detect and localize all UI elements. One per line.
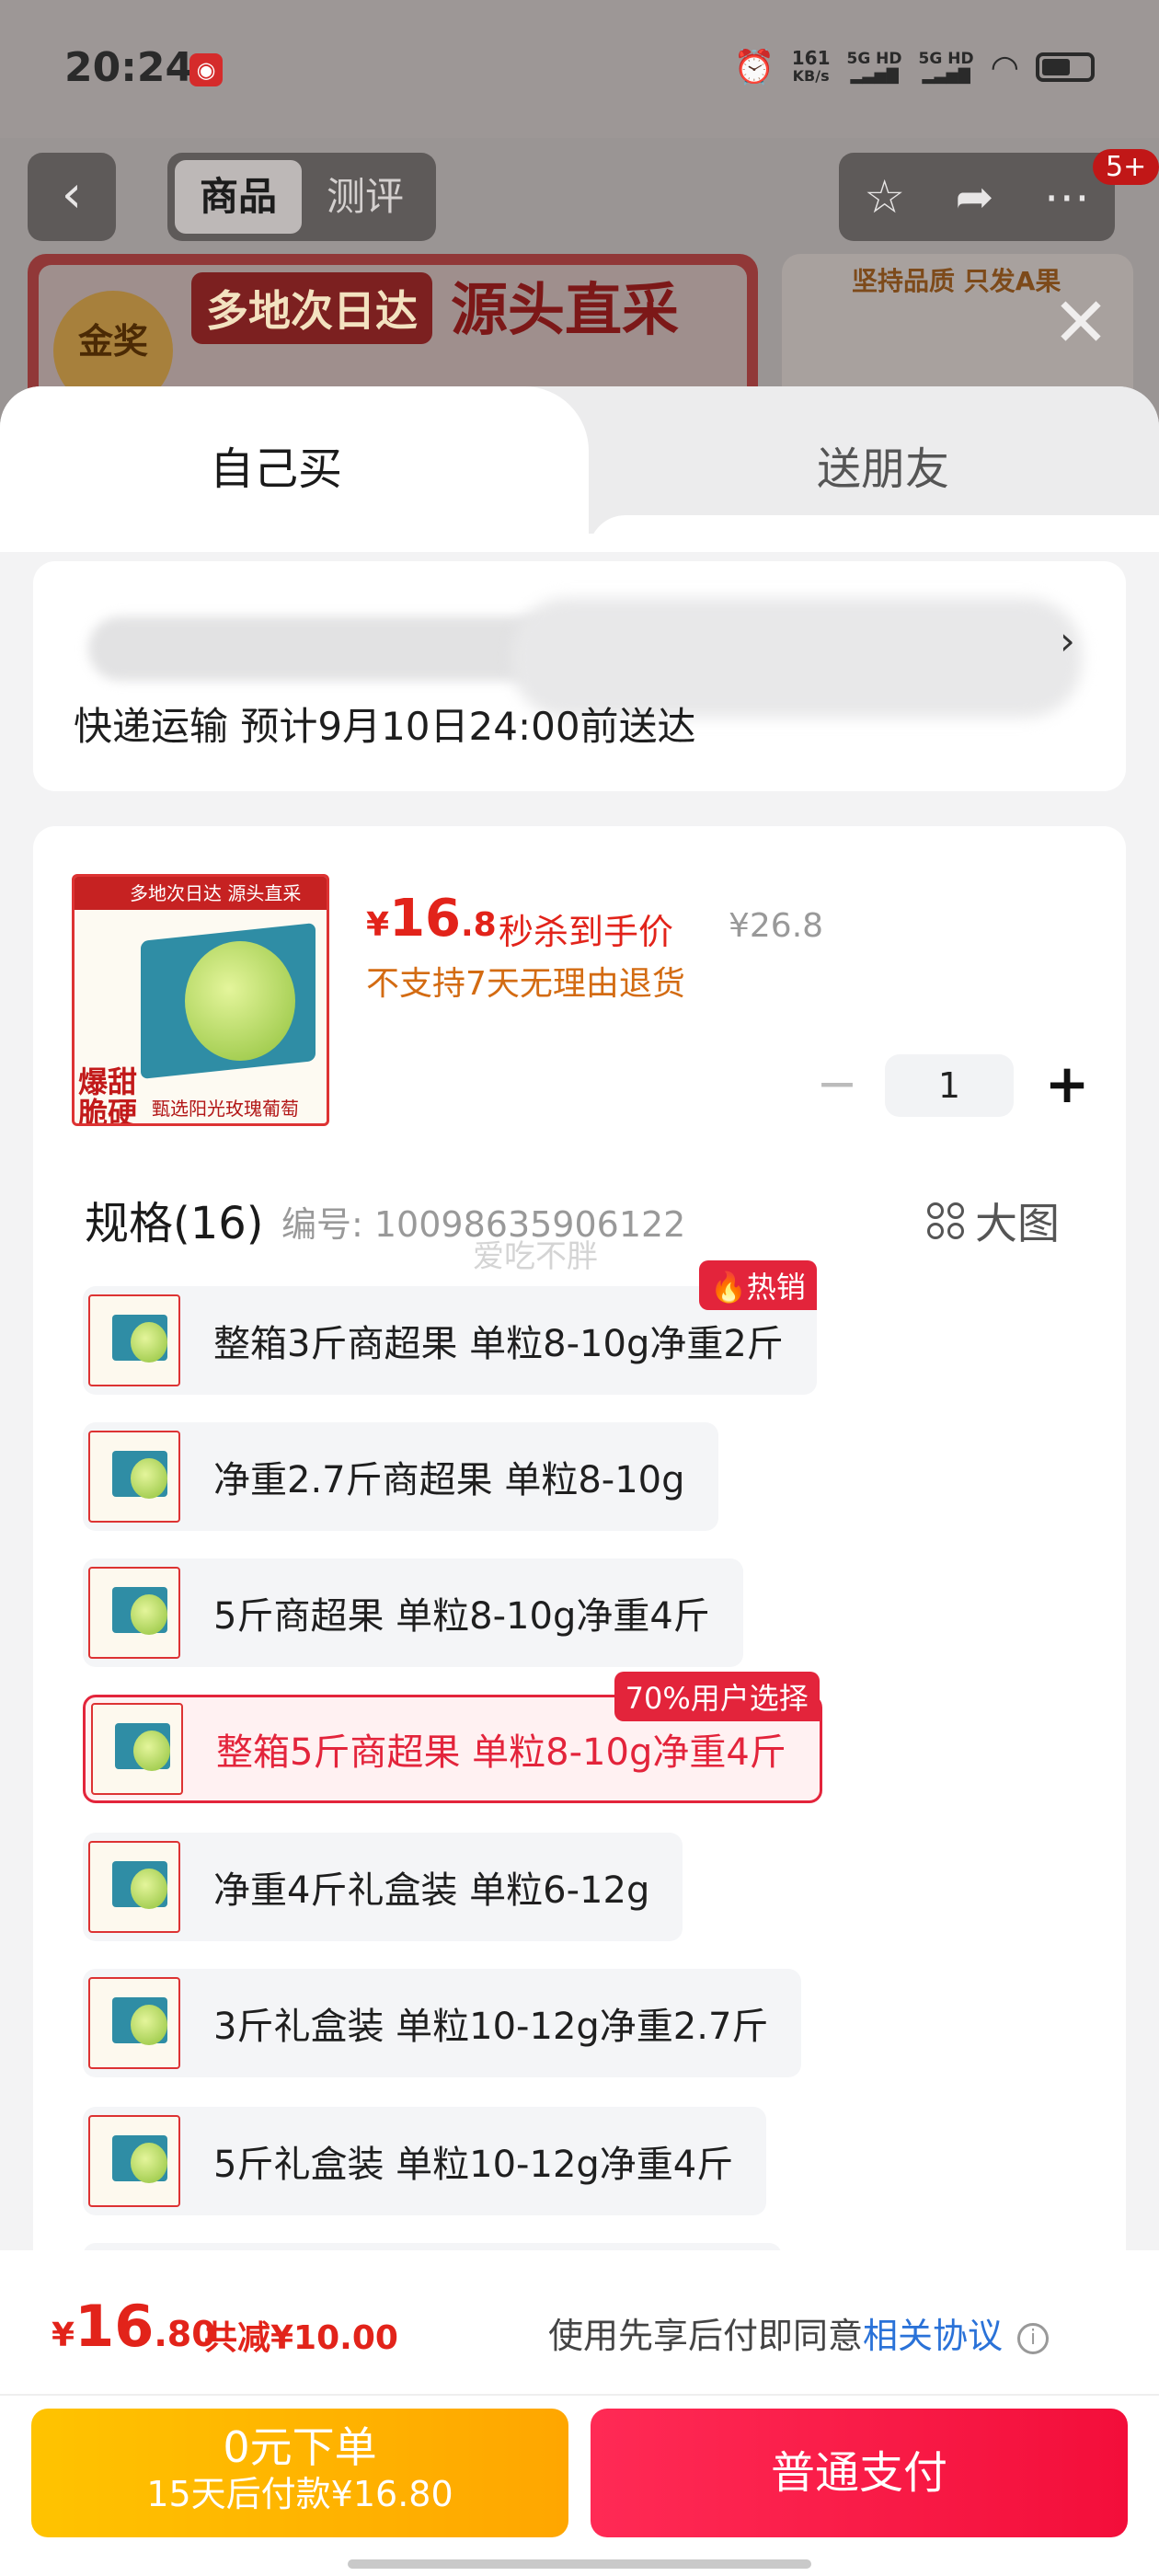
notification-badge: 5+ bbox=[1093, 149, 1159, 185]
agreement-text: 使用先享后付即同意相关协议 i bbox=[548, 2307, 1050, 2358]
original-price: ¥26.8 bbox=[729, 907, 824, 945]
option-label: 5斤商超果 单粒8-10g净重4斤 bbox=[213, 1595, 710, 1638]
page-segment: 商品 测评 bbox=[167, 153, 436, 241]
big-image-button[interactable]: 大图 bbox=[927, 1190, 1060, 1251]
spec-option[interactable]: 5斤商超果 单粒8-10g净重4斤 bbox=[83, 1558, 743, 1667]
purchase-sheet: 自己买 送朋友 › 快递运输 预计9月10日24:00前送达 多地次日达 源头直… bbox=[0, 386, 1159, 2576]
star-icon[interactable]: ☆ bbox=[864, 170, 905, 224]
banner2-title: 坚持品质 只发A果 bbox=[852, 266, 1061, 296]
price-tag: 秒杀到手价 bbox=[499, 912, 674, 952]
buy-tabs: 自己买 送朋友 bbox=[0, 386, 1159, 543]
address-card[interactable]: › 快递运输 预计9月10日24:00前送达 bbox=[33, 561, 1126, 791]
grid-icon bbox=[927, 1202, 964, 1239]
option-thumbnail bbox=[88, 2115, 180, 2207]
discount-total: 共减¥10.00 bbox=[204, 2319, 398, 2357]
status-time: 20:24 bbox=[64, 44, 194, 91]
option-label: 整箱3斤商超果 单粒8-10g净重2斤 bbox=[213, 1323, 784, 1365]
option-thumbnail bbox=[88, 1977, 180, 2069]
banner-chip-next-day: 多地次日达 bbox=[191, 272, 432, 344]
pay-later-button[interactable]: 0元下单 15天后付款¥16.80 bbox=[31, 2409, 568, 2537]
option-thumbnail bbox=[88, 1431, 180, 1523]
delivery-estimate: 快递运输 预计9月10日24:00前送达 bbox=[74, 704, 696, 749]
tab-self-buy-label: 自己买 bbox=[209, 443, 342, 495]
increase-button[interactable]: + bbox=[1036, 1054, 1098, 1117]
total-price: ¥16.80 bbox=[52, 2293, 216, 2360]
option-thumbnail bbox=[91, 1703, 183, 1795]
status-icons: ⏰ 161 KB/s 5G HD ▂▃▅▇ 5G HD ▂▃▅▇ ◠ bbox=[734, 48, 1095, 86]
spec-option[interactable]: 整箱3斤商超果 单粒8-10g净重2斤 🔥热销 bbox=[83, 1260, 817, 1395]
spec-option[interactable]: 净重2.7斤商超果 单粒8-10g bbox=[83, 1422, 718, 1531]
net-speed: 161 KB/s bbox=[791, 47, 831, 85]
current-price: ¥16.8 bbox=[366, 889, 497, 949]
agreement-link[interactable]: 相关协议 bbox=[863, 2316, 1003, 2356]
option-thumbnail bbox=[88, 1294, 180, 1386]
close-icon[interactable]: ✕ bbox=[1052, 289, 1109, 357]
top-nav: ‹ 商品 测评 ☆ ➦ ⋯ 5+ bbox=[0, 138, 1159, 258]
info-icon[interactable]: i bbox=[1017, 2323, 1050, 2354]
nav-actions: ☆ ➦ ⋯ bbox=[839, 153, 1115, 241]
grape-image bbox=[185, 941, 295, 1061]
alarm-icon: ⏰ bbox=[733, 49, 775, 86]
spec-option[interactable]: 净重4斤礼盒装 单粒6-12g bbox=[83, 1833, 683, 1941]
tab-review[interactable]: 测评 bbox=[302, 160, 429, 234]
sim2-signal: 5G HD ▂▃▅▇ bbox=[918, 50, 974, 85]
app-notification-icon: ◉ bbox=[189, 53, 223, 86]
spec-title: 规格(16) bbox=[85, 1198, 264, 1249]
thumb-slogan: 爆甜 脆硬 bbox=[78, 1064, 138, 1126]
banner-chip-source: 源头直采 bbox=[451, 276, 680, 343]
tab-product[interactable]: 商品 bbox=[175, 160, 302, 234]
tab-self-buy[interactable]: 自己买 bbox=[0, 386, 589, 543]
option-thumbnail bbox=[88, 1567, 180, 1659]
tab-gift[interactable]: 送朋友 bbox=[699, 432, 1067, 497]
option-label: 整箱5斤商超果 单粒8-10g净重4斤 bbox=[216, 1731, 786, 1774]
spec-option[interactable]: 3斤礼盒装 单粒10-12g净重2.7斤 bbox=[83, 1969, 802, 2077]
sim1-signal: 5G HD ▂▃▅▇ bbox=[846, 50, 902, 85]
quantity-stepper: − 1 + bbox=[806, 1054, 1119, 1117]
option-label: 3斤礼盒装 单粒10-12g净重2.7斤 bbox=[213, 2006, 769, 2048]
return-policy: 不支持7天无理由退货 bbox=[366, 965, 685, 1003]
share-icon[interactable]: ➦ bbox=[955, 170, 993, 224]
battery-icon bbox=[1036, 52, 1095, 82]
option-thumbnail bbox=[88, 1841, 180, 1933]
checkout-bar: ¥16.80 共减¥10.00 使用先享后付即同意相关协议 i 0元下单 15天后… bbox=[0, 2250, 1159, 2576]
more-icon[interactable]: ⋯ bbox=[1044, 170, 1090, 224]
spec-option-selected[interactable]: 整箱5斤商超果 单粒8-10g净重4斤 70%用户选择 bbox=[83, 1672, 822, 1803]
thumb-caption: 甄选阳光玫瑰葡萄 bbox=[152, 1098, 299, 1120]
option-label: 净重2.7斤商超果 单粒8-10g bbox=[213, 1459, 685, 1501]
pay-later-label: 0元下单 bbox=[223, 2422, 377, 2472]
option-label: 净重4斤礼盒装 单粒6-12g bbox=[213, 1869, 650, 1912]
pay-later-sub: 15天后付款¥16.80 bbox=[146, 2474, 453, 2514]
popular-choice-badge: 70%用户选择 bbox=[614, 1672, 820, 1721]
watermark: 爱吃不胖 bbox=[473, 1238, 598, 1275]
back-button[interactable]: ‹ bbox=[28, 153, 116, 241]
chevron-right-icon: › bbox=[1060, 618, 1075, 663]
hot-sale-badge: 🔥热销 bbox=[698, 1260, 817, 1310]
wifi-icon: ◠ bbox=[990, 48, 1019, 86]
option-label: 5斤礼盒装 单粒10-12g净重4斤 bbox=[213, 2144, 734, 2186]
spec-option[interactable]: 5斤礼盒装 单粒10-12g净重4斤 bbox=[83, 2107, 767, 2215]
product-thumbnail[interactable]: 多地次日达 源头直采 爆甜 脆硬 甄选阳光玫瑰葡萄 bbox=[72, 874, 329, 1126]
normal-pay-button[interactable]: 普通支付 bbox=[591, 2409, 1128, 2537]
decrease-button[interactable]: − bbox=[806, 1054, 868, 1117]
chevron-left-icon: ‹ bbox=[61, 165, 83, 224]
quantity-value[interactable]: 1 bbox=[885, 1054, 1014, 1117]
status-bar: 20:24 ◉ ⏰ 161 KB/s 5G HD ▂▃▅▇ 5G HD ▂▃▅▇ ◠ bbox=[0, 0, 1159, 138]
home-indicator[interactable] bbox=[348, 2559, 811, 2569]
